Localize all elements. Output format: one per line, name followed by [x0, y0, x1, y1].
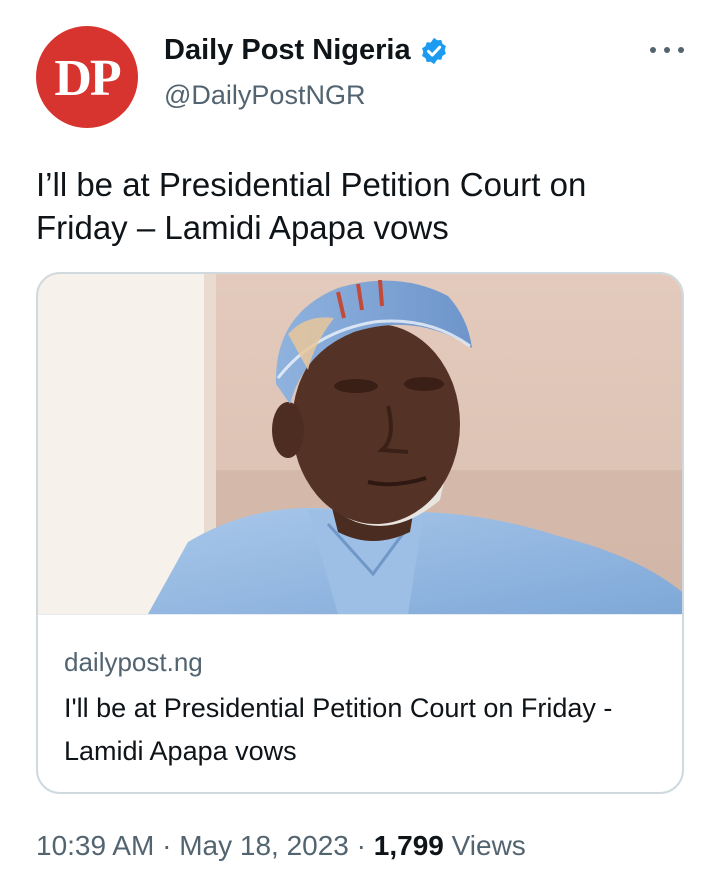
more-dots-icon: [678, 47, 684, 53]
card-meta: dailypost.ng I'll be at Presidential Pet…: [38, 614, 682, 792]
more-options-button[interactable]: [650, 38, 684, 62]
more-dots-icon: [650, 47, 656, 53]
tweet-date[interactable]: May 18, 2023: [179, 830, 349, 861]
meta-separator: ·: [356, 830, 366, 861]
views-label: Views: [451, 830, 526, 861]
card-domain[interactable]: dailypost.ng: [64, 645, 656, 679]
link-card[interactable]: dailypost.ng I'll be at Presidential Pet…: [36, 272, 684, 794]
avatar-logo-text: DP: [54, 49, 121, 107]
card-title[interactable]: I'll be at Presidential Petition Court o…: [64, 687, 644, 773]
display-name[interactable]: Daily Post Nigeria: [164, 34, 411, 67]
handle[interactable]: @DailyPostNGR: [164, 80, 365, 111]
verified-badge-icon: [421, 37, 446, 64]
author-name-row: Daily Post Nigeria: [164, 34, 449, 67]
avatar[interactable]: DP: [36, 26, 138, 128]
tweet-meta: 10:39 AM · May 18, 2023 · 1,799 Views: [36, 830, 526, 862]
more-dots-icon: [664, 47, 670, 53]
tweet-time[interactable]: 10:39 AM: [36, 830, 154, 861]
article-photo: [38, 274, 682, 614]
tweet-text: I’ll be at Presidential Petition Court o…: [36, 166, 587, 246]
meta-separator: ·: [162, 830, 172, 861]
views-count[interactable]: 1,799: [374, 830, 444, 861]
